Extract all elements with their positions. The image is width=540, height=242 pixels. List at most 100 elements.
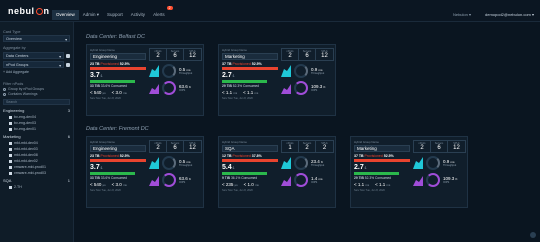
count-servers: Servers 6	[431, 141, 448, 152]
chevron-down-icon: ▾	[65, 38, 67, 42]
aggregate-select-1[interactable]: Data Centers ▾	[3, 52, 64, 59]
group-name[interactable]: Marketing	[354, 145, 410, 152]
item-label: mkt-mkt-dev04	[14, 141, 38, 145]
iops-gauge	[426, 173, 440, 187]
add-aggregate-link[interactable]: + Add Aggregate	[3, 70, 70, 74]
capacity-ratio: 2.7:1	[354, 164, 410, 171]
tree-item[interactable]: bv-eng-dev01	[9, 127, 70, 131]
group-name[interactable]: Engineering	[90, 53, 146, 60]
count-servers: Servers 6	[167, 49, 184, 60]
checkbox-icon	[9, 171, 12, 175]
throughput-gauge	[426, 156, 440, 170]
consumed-bar	[90, 172, 135, 175]
logo-text-end: n	[43, 6, 50, 16]
provisioned-pct: 52.5%	[383, 154, 394, 158]
npod-group-card[interactable]: Hybrid Group Name SQA 12 TB Provisioned …	[218, 136, 336, 208]
checkbox-icon	[9, 153, 12, 157]
group-name[interactable]: SQA	[222, 145, 278, 152]
npod-group-card[interactable]: Hybrid Group Name Engineering 23 TB Prov…	[86, 136, 204, 208]
tree-item[interactable]: mkt-mkt-dev04	[9, 141, 70, 145]
group-name: Marketing	[3, 134, 21, 139]
write-latency-value: < 1.1	[375, 181, 386, 187]
aggregate-value-1: Data Centers	[6, 54, 29, 58]
provisioned-pct: 52.5%	[251, 62, 262, 66]
aggregate-row-2: nPod Groups ▾	[3, 61, 70, 68]
provisioned-label: Provisioned	[232, 154, 251, 158]
provisioned-value: 23 TB	[90, 62, 100, 66]
nav-support[interactable]: Support	[103, 10, 127, 20]
tree-item[interactable]: mkt-mkt-dev08	[9, 153, 70, 157]
filter-warnings[interactable]: Contains Warnings	[3, 92, 70, 96]
ratio-unit: :1	[99, 74, 103, 78]
card-summary: Hybrid Group Name SQA 12 TB Provisioned …	[222, 140, 278, 192]
count-servers: Servers 6	[167, 141, 184, 152]
help-icon[interactable]	[530, 232, 536, 238]
consumed-label: Consumed	[375, 175, 391, 180]
tree-group-sqa[interactable]: SQA 1	[3, 178, 70, 183]
card-metrics: nPods 2 Servers 6 SPUs 12 0.5 ms Throughput	[149, 48, 202, 95]
npod-group-card[interactable]: Hybrid Group Name Engineering 23 TB Prov…	[86, 44, 204, 116]
datacenter-title: Data Center: Belfast DC	[86, 34, 145, 40]
nav-overview[interactable]: Overview	[52, 10, 79, 20]
tree-item[interactable]: vmware-mkt-prod01	[9, 165, 70, 169]
provisioned-line: 12 TB Provisioned 37.8%	[222, 154, 278, 158]
provisioned-label: Provisioned	[364, 154, 383, 158]
gauge-label: IOPS	[443, 181, 450, 184]
remove-aggregate-icon[interactable]	[66, 62, 70, 67]
gauge-unit: K	[323, 85, 326, 89]
count-value: 6	[173, 145, 177, 151]
provisioned-pct: 52.5%	[119, 154, 130, 158]
search-input[interactable]: Search	[3, 99, 70, 105]
group-name[interactable]: Engineering	[90, 145, 146, 152]
tree-group-engineering[interactable]: Engineering 3	[3, 108, 70, 113]
count-value: 2	[288, 53, 292, 59]
tree-item[interactable]: mkt-mkt-dev02	[9, 159, 70, 163]
tree-item[interactable]: bv-eng-dev03	[9, 121, 70, 125]
user-menu[interactable]: demopod2@nebulon.com ▾	[485, 12, 534, 17]
count-value: 12	[321, 53, 328, 59]
filter-group-by[interactable]: Group by nPod Groups	[3, 87, 70, 91]
tree-item[interactable]: bv-eng-dev04	[9, 115, 70, 119]
provisioned-line: 23 TB Provisioned 52.5%	[90, 154, 146, 158]
card-type-select[interactable]: Overview ▾	[3, 35, 70, 42]
tree-item[interactable]: 2.TH	[9, 185, 70, 189]
tree-group-marketing[interactable]: Marketing 6	[3, 134, 70, 139]
nav-alerts-label: Alerts	[153, 12, 165, 17]
provisioned-value: 23 TB	[90, 154, 100, 158]
iops-row: 63.6 K IOPS	[149, 81, 202, 95]
checkbox-icon	[9, 159, 12, 163]
org-selector[interactable]: Nebulon ▾	[453, 12, 471, 17]
group-name[interactable]: Marketing	[222, 53, 278, 60]
tree-item[interactable]: vmware-mkt-prod03	[9, 171, 70, 175]
count-spus: SPUs 12	[184, 49, 201, 60]
consumed-line: 33 TiB 33.6% Consumed	[90, 84, 146, 88]
nav-admin[interactable]: Admin ▾	[79, 10, 103, 20]
throughput-spark-icon	[149, 157, 159, 169]
aggregate-select-2[interactable]: nPod Groups ▾	[3, 61, 64, 68]
remove-aggregate-icon[interactable]	[66, 53, 70, 58]
nav-alerts[interactable]: Alerts 2	[149, 6, 173, 20]
consumed-bar	[90, 80, 135, 83]
iops-value: 109.3 K IOPS	[311, 84, 326, 92]
nav-activity[interactable]: Activity	[127, 10, 149, 20]
tree-item[interactable]: mkt-mkt-dev03	[9, 147, 70, 151]
count-npods: nPods 2	[282, 49, 299, 60]
provisioned-bar	[90, 159, 146, 162]
count-value: 2	[420, 145, 424, 151]
count-value: 2	[305, 145, 309, 151]
npod-group-card[interactable]: Hybrid Group Name Marketing 37 TB Provis…	[350, 136, 468, 208]
iops-spark-icon	[281, 176, 291, 186]
top-bar: nebul n Overview Admin ▾ Support Activity…	[0, 0, 540, 22]
nebulon-logo[interactable]: nebul n	[8, 6, 50, 16]
iops-row: 109.3 K IOPS	[281, 81, 334, 95]
card-footer: Serv Non Tue, Jun 8, 2020	[90, 188, 121, 192]
card-summary: Hybrid Group Name Engineering 23 TB Prov…	[90, 48, 146, 100]
group-name-label: Hybrid Group Name	[222, 140, 247, 144]
consumed-pct: 52.3%	[364, 175, 375, 180]
npod-group-card[interactable]: Hybrid Group Name Marketing 37 TB Provis…	[218, 44, 336, 116]
alerts-badge: 2	[166, 6, 173, 10]
checkbox-icon	[9, 121, 12, 125]
count-spus: SPUs 12	[184, 141, 201, 152]
ratio-unit: :1	[231, 74, 235, 78]
card-metrics: nPods 2 Servers 6 SPUs 12 0.9 ms Throughput	[281, 48, 334, 95]
